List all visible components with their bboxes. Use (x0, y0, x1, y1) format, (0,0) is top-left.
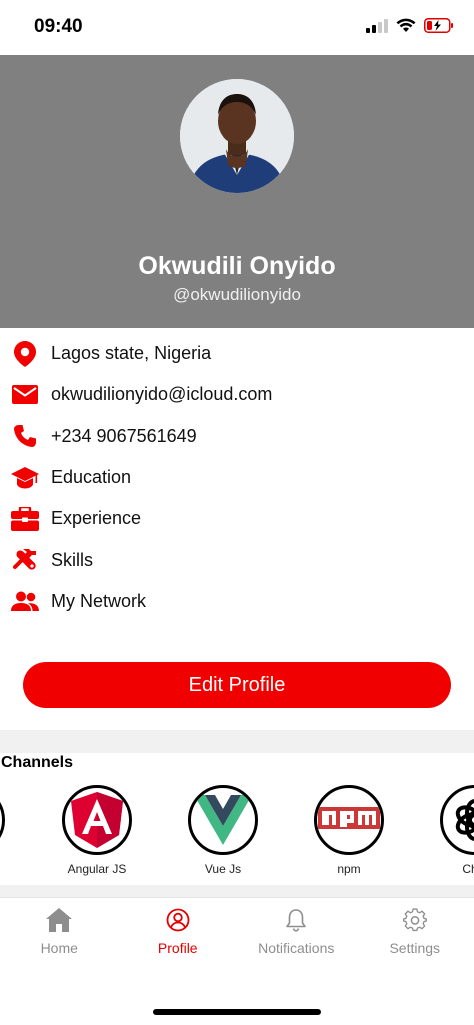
gear-icon (401, 906, 429, 934)
openai-logo-icon (440, 785, 474, 855)
profile-icon (164, 906, 192, 934)
vue-logo-icon (188, 785, 258, 855)
info-row-location[interactable]: Lagos state, Nigeria (0, 333, 474, 374)
bottom-tab-bar: Home Profile Notifications Settings (0, 897, 474, 967)
profile-name: Okwudili Onyido (138, 252, 336, 280)
status-time: 09:40 (34, 16, 83, 37)
channel-item-npm[interactable]: npm (309, 785, 389, 876)
channel-item-angular[interactable]: Angular JS (57, 785, 137, 876)
profile-header: Okwudili Onyido @okwudilionyido (0, 55, 474, 328)
people-icon (11, 587, 39, 615)
info-education-text: Education (51, 467, 132, 488)
tab-notifications-label: Notifications (258, 940, 335, 956)
channel-item-vue[interactable]: Vue Js (183, 785, 263, 876)
info-network-text: My Network (51, 590, 147, 611)
channel-item-partial[interactable] (0, 785, 10, 855)
phone-icon (11, 422, 39, 450)
info-row-education[interactable]: Education (0, 457, 474, 498)
tab-profile[interactable]: Profile (119, 898, 238, 967)
info-skills-text: Skills (51, 549, 94, 570)
cellular-signal-icon (366, 18, 388, 33)
info-row-network[interactable]: My Network (0, 581, 474, 622)
tab-settings[interactable]: Settings (356, 898, 474, 967)
info-location-text: Lagos state, Nigeria (51, 343, 212, 364)
info-row-experience[interactable]: Experience (0, 498, 474, 539)
location-pin-icon (11, 340, 39, 368)
channel-label-npm: npm (337, 862, 361, 876)
partial-channel-icon (0, 785, 5, 855)
angular-logo-icon (62, 785, 132, 855)
info-email-text: okwudilionyido@icloud.com (51, 384, 273, 405)
tab-home[interactable]: Home (0, 898, 119, 967)
info-phone-text: +234 9067561649 (51, 425, 197, 446)
tools-icon (11, 546, 39, 574)
channel-item-chat[interactable]: Chat (435, 785, 474, 876)
section-divider (0, 885, 474, 897)
channels-carousel[interactable]: Angular JS Vue Js npm C (0, 785, 474, 880)
wifi-icon (396, 18, 416, 32)
channel-label-vue: Vue Js (204, 862, 242, 876)
status-bar: 09:40 (0, 0, 474, 55)
tab-settings-label: Settings (389, 940, 441, 956)
tab-profile-label: Profile (157, 940, 198, 956)
bell-icon (282, 906, 310, 934)
channels-title: Channels (1, 754, 74, 771)
home-icon (45, 906, 73, 934)
profile-info-list: Lagos state, Nigeria okwudilionyido@iclo… (0, 333, 474, 622)
avatar[interactable] (180, 79, 294, 193)
battery-charging-icon (424, 18, 453, 33)
briefcase-icon (11, 505, 39, 533)
npm-logo-icon (314, 785, 384, 855)
tab-home-label: Home (40, 940, 78, 956)
info-row-phone[interactable]: +234 9067561649 (0, 416, 474, 457)
tab-notifications[interactable]: Notifications (237, 898, 356, 967)
home-indicator (153, 1009, 321, 1015)
info-experience-text: Experience (51, 508, 142, 529)
status-icons (366, 18, 454, 33)
info-row-email[interactable]: okwudilionyido@icloud.com (0, 374, 474, 415)
edit-profile-button[interactable]: Edit Profile (23, 662, 451, 708)
channel-label-angular: Angular JS (67, 862, 127, 876)
graduation-cap-icon (11, 464, 39, 492)
section-divider (0, 730, 474, 753)
channel-label-chat: Chat (462, 862, 474, 876)
info-row-skills[interactable]: Skills (0, 539, 474, 580)
profile-handle: @okwudilionyido (173, 285, 301, 304)
mail-icon (11, 381, 39, 409)
